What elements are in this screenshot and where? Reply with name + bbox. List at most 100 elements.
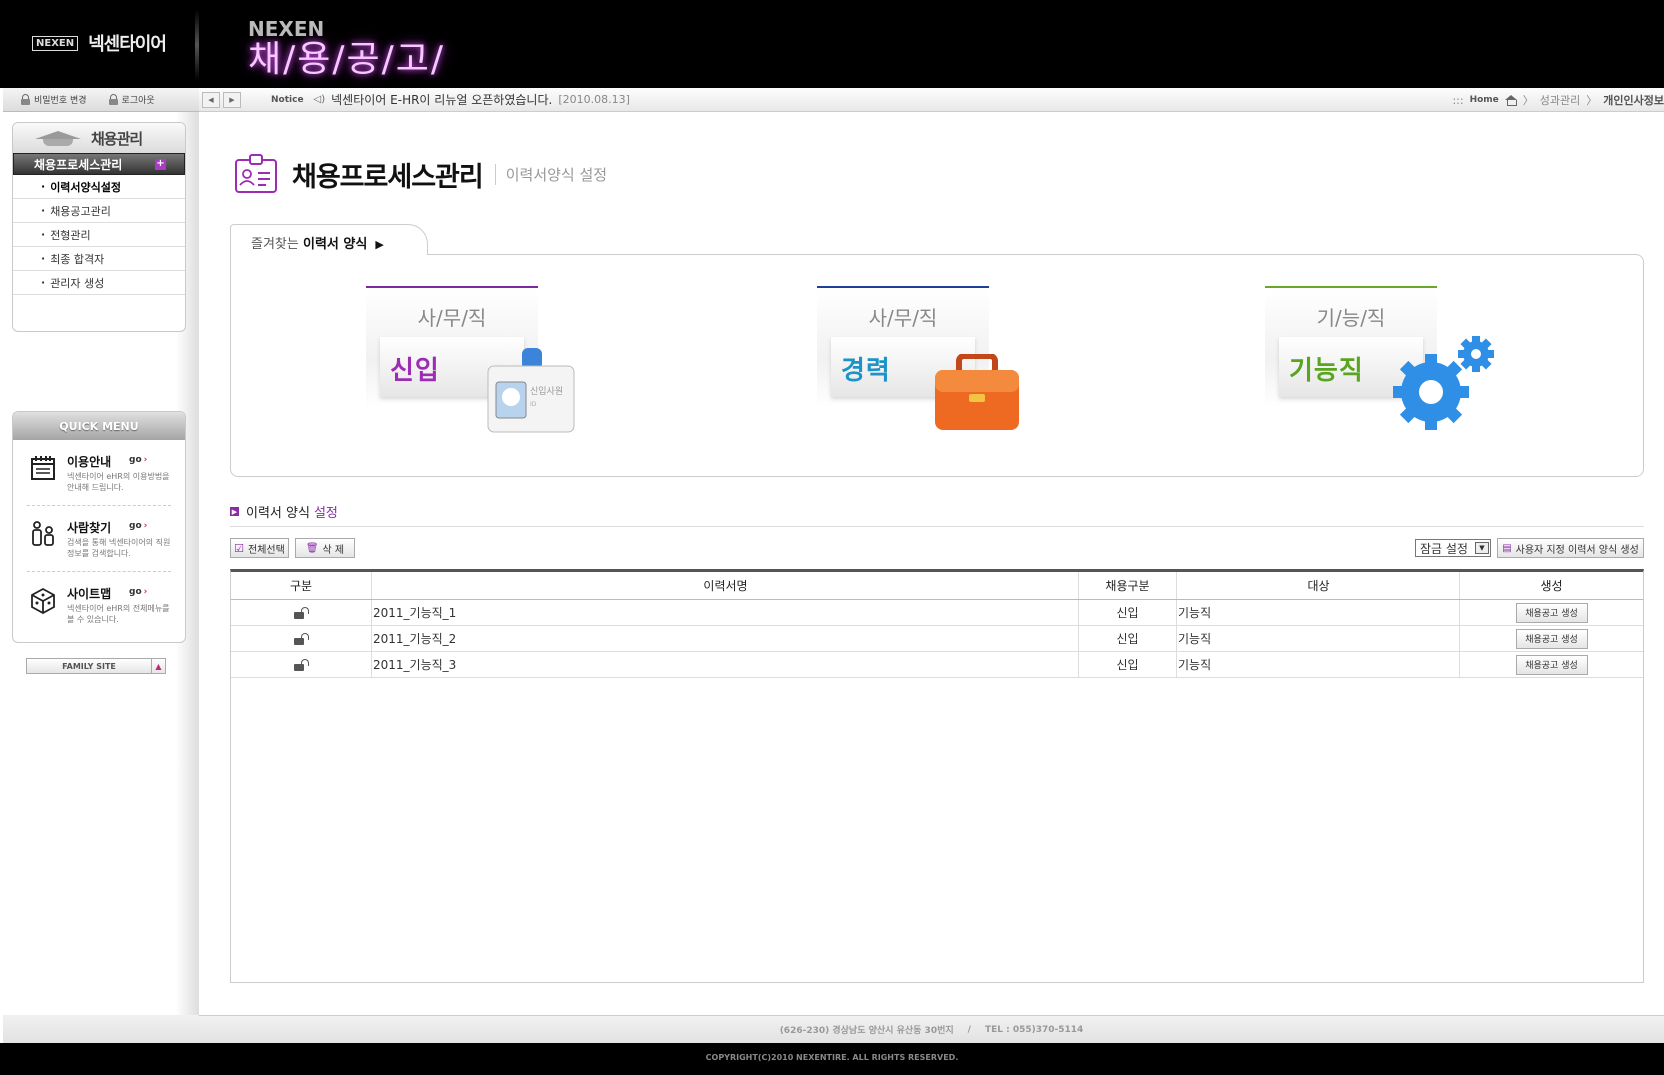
resume-name-cell[interactable]: 2011_기능직_2 <box>372 626 1079 651</box>
id-card-sub: ID <box>530 401 537 408</box>
unlock-icon[interactable] <box>294 658 309 671</box>
resume-name-cell[interactable]: 2011_기능직_3 <box>372 652 1079 677</box>
go-link[interactable]: go <box>129 521 147 531</box>
brand-logo: NEXEN <box>32 35 79 51</box>
breadcrumb-home[interactable]: Home <box>1470 95 1499 105</box>
page-header: 채용프로세스관리 이력서양식 설정 <box>232 150 607 198</box>
table-row[interactable]: 2011_기능직_2 신입 기능직 채용공고 생성 <box>231 626 1643 652</box>
create-posting-button[interactable]: 채용공고 생성 <box>1515 602 1588 623</box>
section-title-accent: 설정 <box>313 506 338 521</box>
quick-item-guide[interactable]: 이용안내 go 넥센타이어 eHR의 이용방법을 안내해 드립니다. <box>27 440 171 506</box>
sidebar-item-admin-create[interactable]: 관리자 생성 <box>13 271 185 295</box>
hire-type-cell: 신입 <box>1079 652 1177 677</box>
notice-label: Notice <box>271 94 304 105</box>
hero-title: 채/용/공/고/ <box>248 39 445 80</box>
id-badge-icon <box>235 154 277 193</box>
notice-text[interactable]: 넥센타이어 E-HR이 리뉴얼 오픈하였습니다. <box>331 91 552 108</box>
brand[interactable]: NEXEN 넥센타이어 <box>32 30 167 56</box>
quick-menu: QUICK MENU 이용안내 go 넥센타이어 eHR의 이용방법을 안내해 … <box>12 411 186 643</box>
lock-cell[interactable] <box>231 626 372 651</box>
brand-name: 넥센타이어 <box>88 34 167 55</box>
document-icon: ▤ <box>1502 542 1512 554</box>
create-cell: 채용공고 생성 <box>1460 626 1643 651</box>
breadcrumb-dots: ::: <box>1452 93 1464 107</box>
hero-subtitle: NEXEN <box>248 17 325 41</box>
lock-cell[interactable] <box>231 652 372 677</box>
family-site-select[interactable]: FAMILY SITE ▲ <box>26 658 166 674</box>
lock-cell[interactable] <box>231 600 372 625</box>
select-all-button[interactable]: ☑ 전체선택 <box>230 538 289 558</box>
password-change-label: 비밀번호 변경 <box>34 96 87 106</box>
next-notice-button[interactable]: ▶ <box>223 91 241 108</box>
section-title: ▶ 이력서 양식 설정 <box>230 502 338 521</box>
menu-group-label: 채용프로세스관리 <box>34 157 123 172</box>
footer-sidebar-strip <box>3 1015 199 1043</box>
unlock-icon[interactable] <box>294 632 309 645</box>
favorites-panel: 사/무/직 신입 신입사원 ID 사/무/직 경력 기/능/직 기능직 <box>230 254 1644 477</box>
quick-item-sitemap[interactable]: 사이트맵 go 넥센타이어 eHR의 전체메뉴를 볼 수 있습니다. <box>27 572 171 638</box>
section-divider <box>230 526 1644 527</box>
go-link[interactable]: go <box>129 587 147 597</box>
delete-button[interactable]: 🗑 삭 제 <box>295 538 355 558</box>
delete-label: 삭 제 <box>322 544 345 556</box>
table-row[interactable]: 2011_기능직_3 신입 기능직 채용공고 생성 <box>231 652 1643 678</box>
sidebar-item-resume-form[interactable]: 이력서양식설정 <box>13 175 185 199</box>
lock-setting-value: 잠금 설정 <box>1420 541 1468 556</box>
password-change-link[interactable]: 비밀번호 변경 <box>21 93 87 106</box>
favorite-card-technical[interactable]: 기/능/직 기능직 <box>1265 286 1494 436</box>
favorites-tab-prefix: 즐겨찾는 <box>251 237 303 252</box>
play-arrow-icon: ▶ <box>375 238 384 251</box>
menu-group-active[interactable]: 채용프로세스관리 + <box>13 153 185 175</box>
copyright: COPYRIGHT(C)2010 NEXENTIRE. ALL RIGHTS R… <box>705 1053 959 1062</box>
hero-title-block: NEXEN 채/용/공/고/ <box>248 18 445 80</box>
custom-form-create-label: 사용자 지정 이력서 양식 생성 <box>1515 544 1639 556</box>
breadcrumb: ::: Home 〉 성과관리 〉 개인인사정보 <box>1452 88 1664 112</box>
sidebar-item-final-pass[interactable]: 최종 합격자 <box>13 247 185 271</box>
quick-item-people-search[interactable]: 사람찾기 go 검색을 통해 넥센타이어의 직원정보를 검색합니다. <box>27 506 171 572</box>
favorites-tab[interactable]: 즐겨찾는 이력서 양식 ▶ <box>230 224 428 255</box>
id-card-text: 신입사원 <box>530 385 563 397</box>
quick-item-desc: 넥센타이어 eHR의 전체메뉴를 볼 수 있습니다. <box>67 604 170 624</box>
quick-item-title: 사이트맵 <box>67 587 112 601</box>
home-icon <box>1504 95 1517 106</box>
caret-up-icon[interactable]: ▲ <box>151 659 165 673</box>
chevron-right-icon: 〉 <box>1522 94 1534 107</box>
cube-icon <box>31 587 55 614</box>
menu-header: 채용관리 <box>13 123 185 153</box>
header-divider <box>195 10 199 80</box>
column-header-hire-type: 채용구분 <box>1079 572 1177 599</box>
create-cell: 채용공고 생성 <box>1460 652 1643 677</box>
go-link[interactable]: go <box>129 455 147 465</box>
target-cell: 기능직 <box>1177 652 1460 677</box>
menu-box: 채용관리 채용프로세스관리 + 이력서양식설정 채용공고관리 전형관리 최종 합… <box>12 122 186 332</box>
menu-title: 채용관리 <box>91 129 143 148</box>
breadcrumb-level1[interactable]: 성과관리 <box>1540 92 1580 108</box>
card-category: 사/무/직 <box>417 306 487 330</box>
breadcrumb-current: 개인인사정보 <box>1603 94 1664 107</box>
lock-setting-select[interactable]: 잠금 설정 ▼ <box>1415 539 1491 557</box>
calendar-icon <box>31 456 55 480</box>
chevron-down-icon: ▼ <box>1475 542 1489 554</box>
table-row[interactable]: 2011_기능직_1 신입 기능직 채용공고 생성 <box>231 600 1643 626</box>
create-posting-button[interactable]: 채용공고 생성 <box>1515 628 1588 649</box>
favorite-card-experienced[interactable]: 사/무/직 경력 <box>817 286 1019 436</box>
sidebar-item-screening[interactable]: 전형관리 <box>13 223 185 247</box>
prev-notice-button[interactable]: ◀ <box>202 91 220 108</box>
quick-menu-title: QUICK MENU <box>13 412 185 440</box>
custom-form-create-button[interactable]: ▤ 사용자 지정 이력서 양식 생성 <box>1497 538 1644 558</box>
gear-icon <box>1393 336 1494 430</box>
hire-type-cell: 신입 <box>1079 626 1177 651</box>
lock-icon <box>21 94 30 105</box>
unlock-icon[interactable] <box>294 606 309 619</box>
create-posting-button[interactable]: 채용공고 생성 <box>1515 654 1588 675</box>
briefcase-icon <box>935 354 1019 430</box>
favorite-card-newcomer[interactable]: 사/무/직 신입 신입사원 ID <box>366 286 575 436</box>
create-cell: 채용공고 생성 <box>1460 600 1643 625</box>
resume-name-cell[interactable]: 2011_기능직_1 <box>372 600 1079 625</box>
logout-link[interactable]: 로그아웃 <box>108 93 155 106</box>
sidebar-item-job-posting[interactable]: 채용공고관리 <box>13 199 185 223</box>
family-site-label: FAMILY SITE <box>62 661 116 671</box>
target-cell: 기능직 <box>1177 600 1460 625</box>
utility-bar: 비밀번호 변경 로그아웃 <box>3 88 199 112</box>
column-header-target: 대상 <box>1177 572 1460 599</box>
